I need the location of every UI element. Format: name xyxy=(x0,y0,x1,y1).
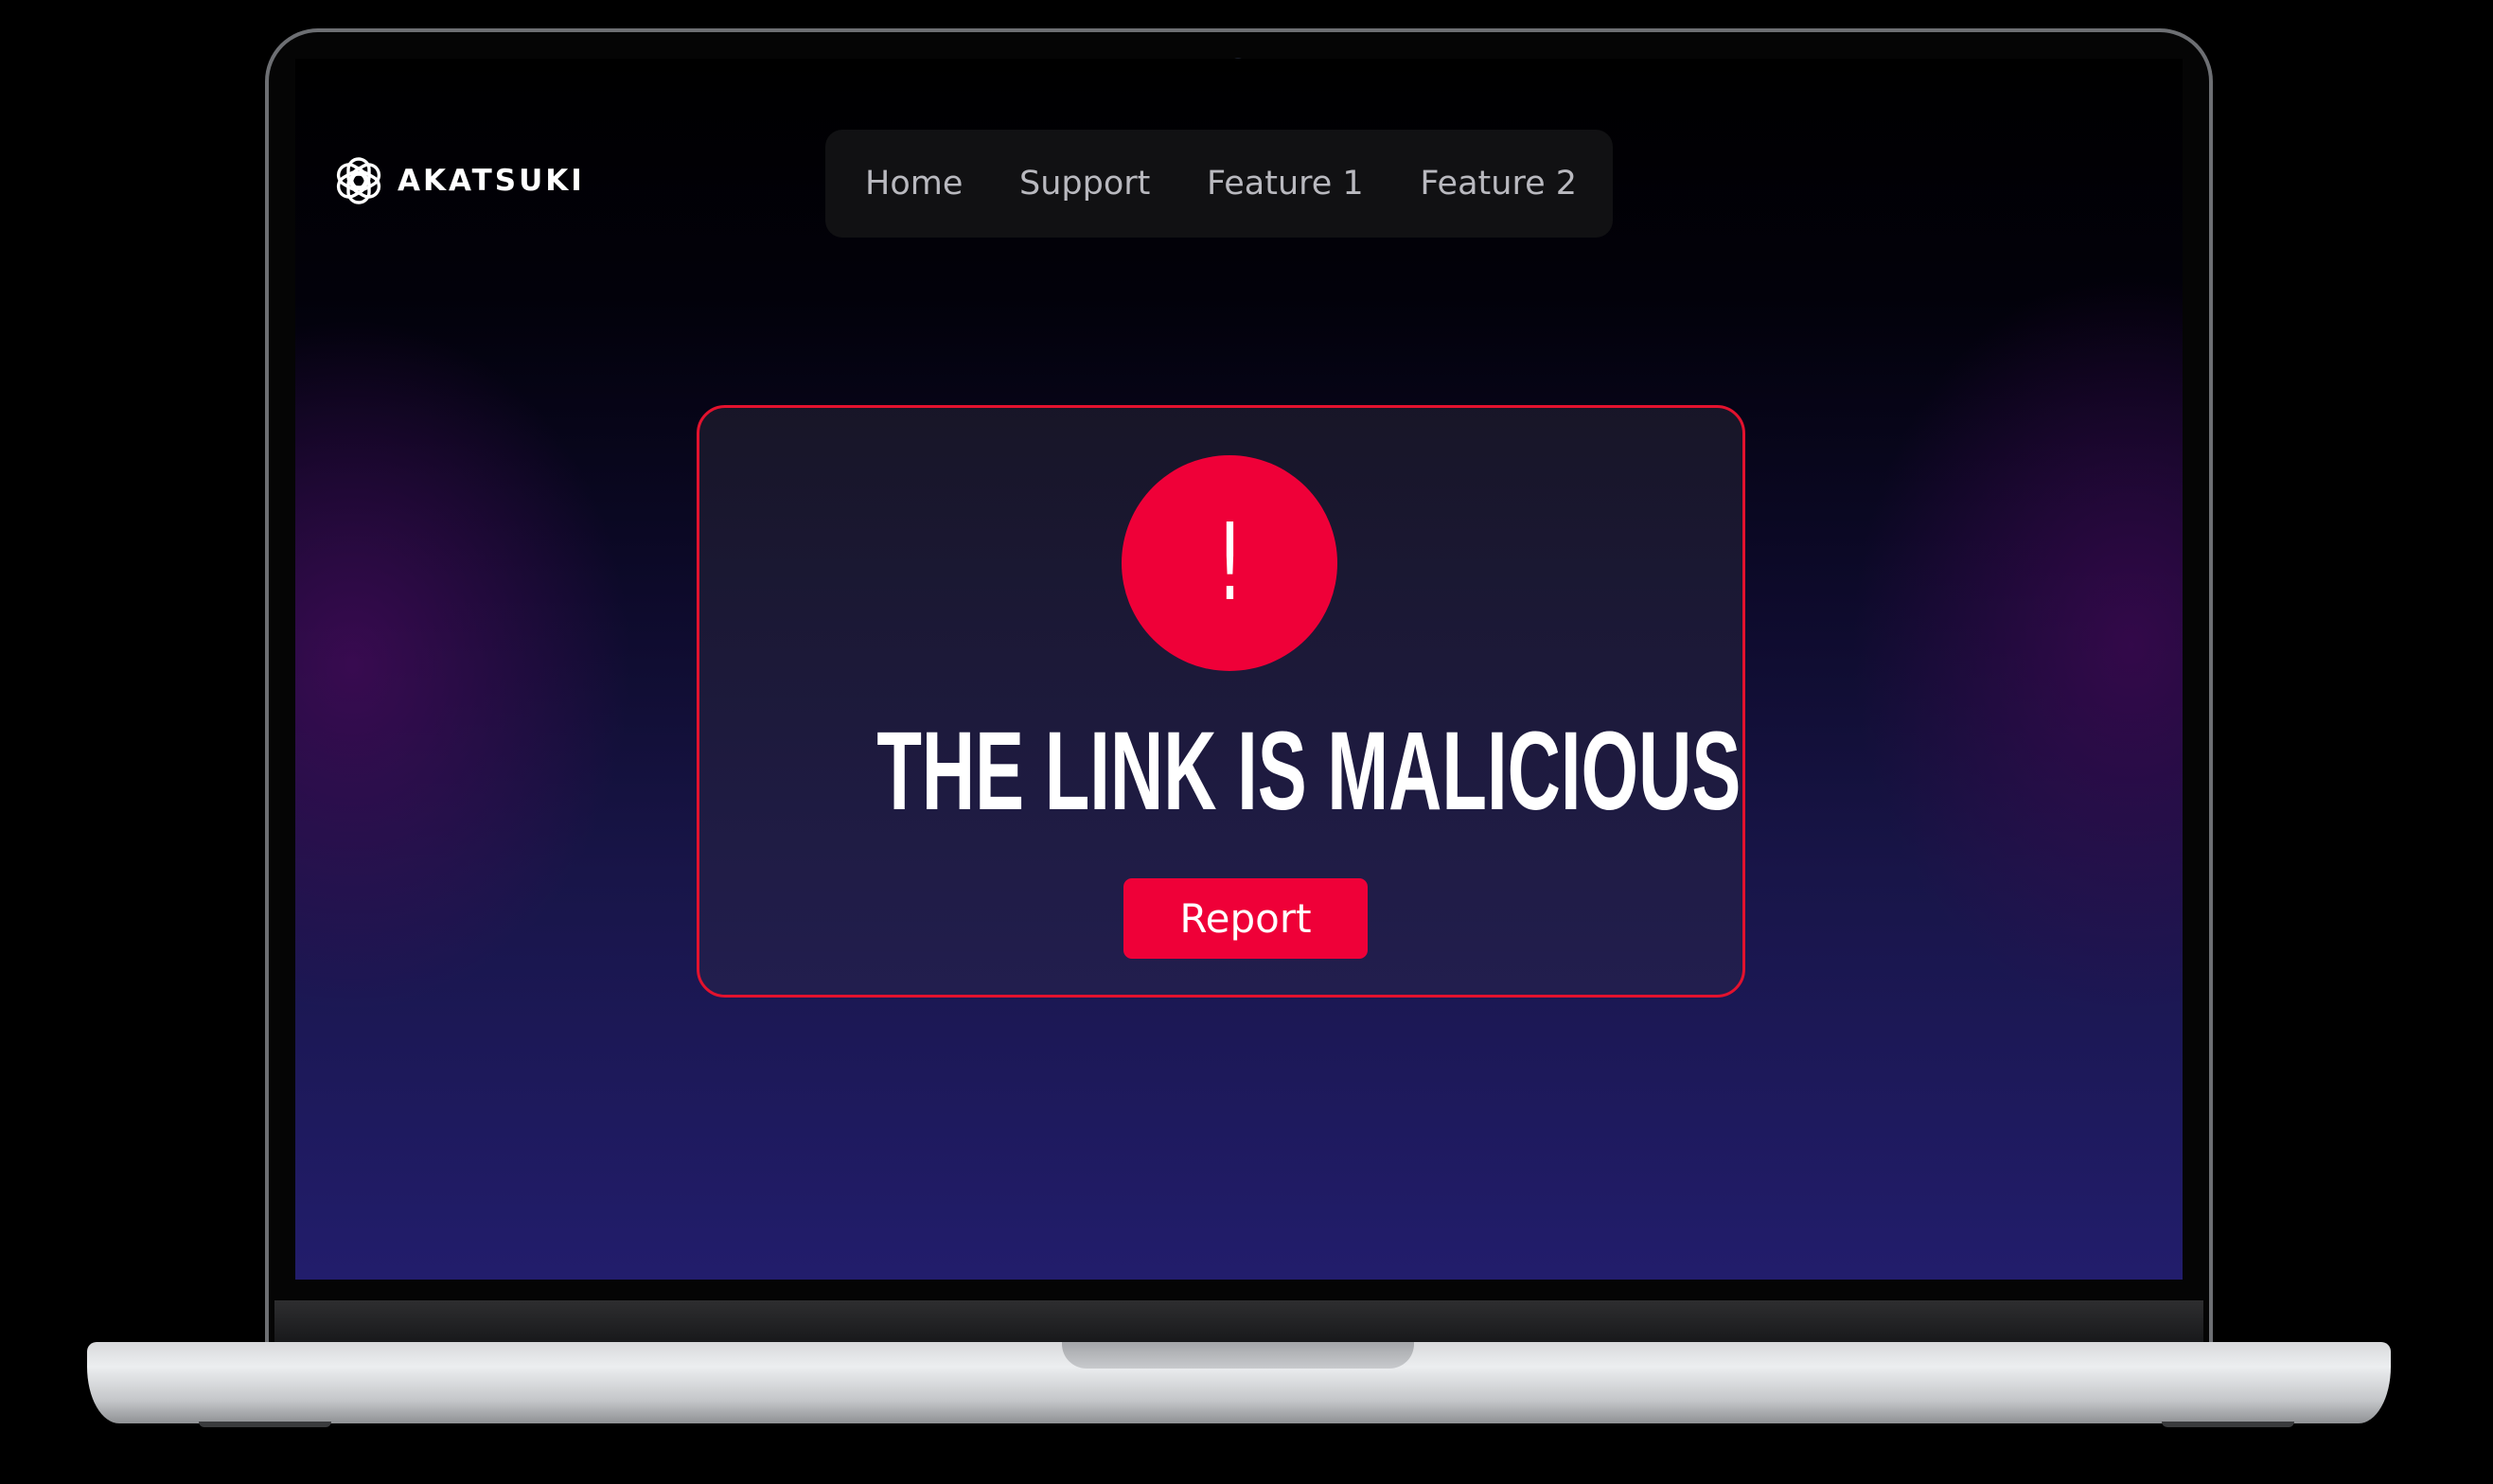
openai-knot-icon xyxy=(336,157,381,204)
nav-item-feature-1[interactable]: Feature 1 xyxy=(1207,165,1364,203)
top-navigation: Home Support Feature 1 Feature 2 xyxy=(825,130,1613,238)
nav-item-home[interactable]: Home xyxy=(865,165,963,203)
laptop-hinge xyxy=(274,1300,2203,1344)
laptop-foot-left xyxy=(199,1422,331,1427)
lid-opening-notch xyxy=(1062,1342,1414,1369)
exclamation-icon: ! xyxy=(1122,455,1337,671)
malicious-link-alert: ! THE LINK IS MALICIOUS Report xyxy=(697,405,1745,998)
nav-item-support[interactable]: Support xyxy=(1019,165,1150,203)
alert-title: THE LINK IS MALICIOUS xyxy=(876,709,1742,834)
laptop-mockup: AKATSUKI Home Support Feature 1 Feature … xyxy=(0,0,2493,1484)
report-button[interactable]: Report xyxy=(1123,878,1368,959)
brand-name: AKATSUKI xyxy=(398,164,585,198)
nav-item-feature-2[interactable]: Feature 2 xyxy=(1420,165,1577,203)
brand-logo[interactable]: AKATSUKI xyxy=(333,155,585,206)
exclamation-mark: ! xyxy=(1215,502,1244,625)
laptop-screen: AKATSUKI Home Support Feature 1 Feature … xyxy=(295,59,2183,1280)
laptop-foot-right xyxy=(2162,1422,2294,1427)
